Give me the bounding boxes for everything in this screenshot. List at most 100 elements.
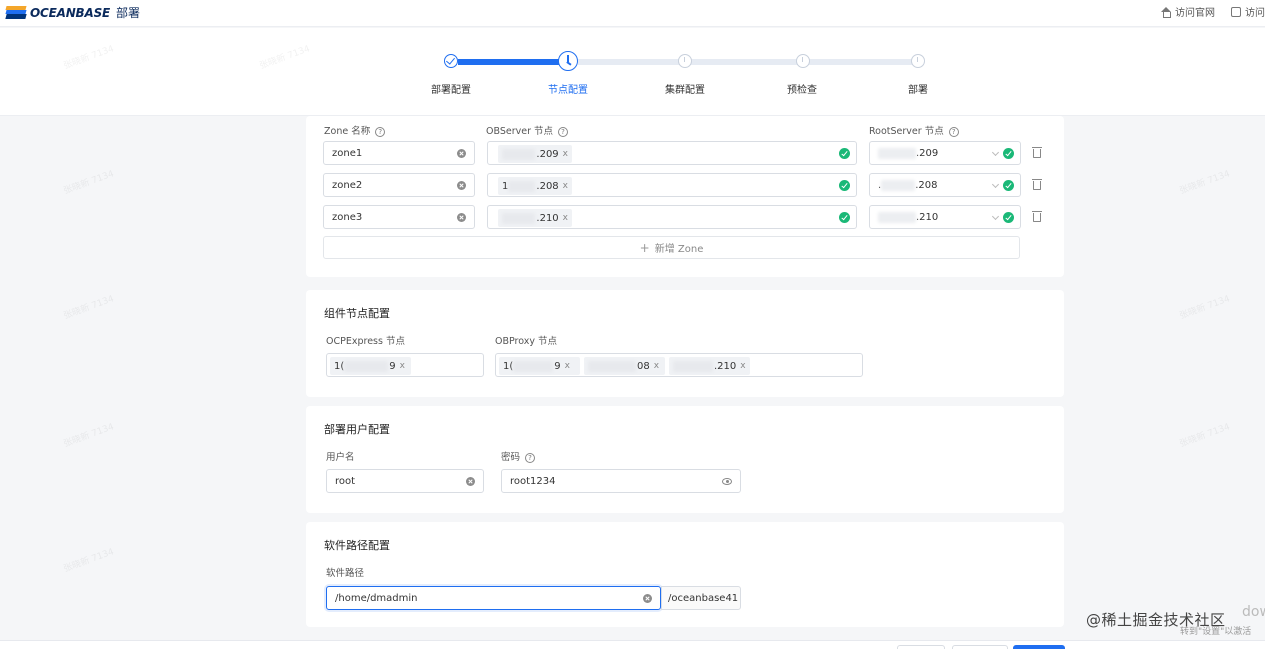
step-label-1: 部署配置 [431, 85, 471, 96]
software-path-input[interactable]: /home/dmadmin [326, 586, 661, 610]
obproxy-tag: .210 x [669, 357, 750, 375]
rootserver-label: RootServer 节点? [869, 123, 959, 137]
password-label: 密码? [501, 449, 536, 463]
step-remaining-line [578, 59, 918, 65]
windows-activation-text: 转到"设置"以激活 [1180, 627, 1252, 637]
clear-icon[interactable] [466, 477, 475, 486]
valid-check-icon [1003, 212, 1014, 223]
visit-link[interactable]: 访问 [1231, 4, 1265, 19]
eye-icon[interactable] [722, 478, 732, 485]
add-zone-button[interactable]: + 新增 Zone [323, 236, 1020, 259]
username-label: 用户名 [326, 452, 355, 463]
path-suffix: /oceanbase41 [661, 586, 741, 610]
observer-tag: 1.208 x [498, 177, 572, 195]
help-icon[interactable]: ? [558, 127, 569, 137]
deploy-stepper: 部署配置 节点配置 集群配置 预检查 部署 [0, 28, 1265, 116]
watermark: 张晓新 7134 [62, 169, 116, 197]
deploy-user-card: 部署用户配置 用户名 密码? root root1234 [306, 406, 1064, 513]
zone-name-input[interactable]: zone1 [323, 141, 475, 165]
app-header: OCEANBASE 部署 访问官网 访问 [0, 0, 1265, 27]
obproxy-select[interactable]: 1(9 x 08 x .210 x [495, 353, 863, 377]
valid-check-icon [839, 180, 850, 191]
help-icon[interactable]: ? [948, 127, 959, 137]
obproxy-label: OBProxy 节点 [495, 336, 558, 347]
observer-select[interactable]: .209 x [487, 141, 857, 165]
next-button[interactable] [1013, 645, 1065, 649]
zone-config-card: Zone 名称? OBServer 节点? RootServer 节点? zon… [306, 116, 1064, 277]
rootserver-select[interactable]: .210 [869, 205, 1021, 229]
rootserver-select[interactable]: . .208 [869, 173, 1021, 197]
delete-zone-icon[interactable] [1032, 147, 1042, 158]
zone-name-input[interactable]: zone3 [323, 205, 475, 229]
obproxy-tag: 08 x [584, 357, 665, 375]
clear-icon[interactable] [457, 213, 466, 222]
header-links: 访问官网 访问 [1161, 4, 1265, 19]
observer-select[interactable]: 1.208 x [487, 173, 857, 197]
app-title: 部署 [116, 6, 141, 20]
step-3-clock-icon [678, 54, 692, 68]
tag-close-icon[interactable]: x [654, 361, 659, 371]
clear-icon[interactable] [643, 594, 652, 603]
observer-select[interactable]: .210 x [487, 205, 857, 229]
tag-close-icon[interactable]: x [400, 361, 405, 371]
delete-zone-icon[interactable] [1032, 179, 1042, 190]
path-card-title: 软件路径配置 [324, 539, 390, 552]
path-label: 软件路径 [326, 568, 365, 579]
valid-check-icon [839, 148, 850, 159]
valid-check-icon [1003, 180, 1014, 191]
chevron-down-icon [991, 180, 1000, 189]
tag-close-icon[interactable]: x [740, 361, 745, 371]
watermark: 张晓新 7134 [62, 547, 116, 575]
document-icon [1231, 7, 1241, 17]
clear-icon[interactable] [457, 149, 466, 158]
cancel-button[interactable] [897, 645, 945, 649]
plus-icon: + [639, 240, 650, 255]
footer-bar [0, 640, 1265, 649]
step-label-4: 预检查 [787, 85, 817, 96]
step-2-clock-icon[interactable] [558, 51, 578, 71]
watermark: 张晓新 7134 [62, 422, 116, 450]
obproxy-tag: 1(9 x [499, 357, 580, 375]
password-input[interactable]: root1234 [501, 469, 741, 493]
ocpexpress-tag: 1(9 x [330, 357, 411, 375]
software-path-card: 软件路径配置 软件路径 /home/dmadmin /oceanbase41 [306, 522, 1064, 627]
username-input[interactable]: root [326, 469, 484, 493]
valid-check-icon [839, 212, 850, 223]
observer-tag: .210 x [498, 209, 572, 227]
ocpexpress-label: OCPExpress 节点 [326, 336, 405, 347]
step-label-5: 部署 [908, 85, 928, 96]
chevron-down-icon [991, 148, 1000, 157]
visit-website-link[interactable]: 访问官网 [1161, 4, 1215, 19]
help-icon[interactable]: ? [375, 127, 386, 137]
user-card-title: 部署用户配置 [324, 423, 390, 436]
tag-close-icon[interactable]: x [563, 213, 568, 223]
zone-name-label: Zone 名称? [324, 123, 386, 137]
windows-activation-title: dow [1242, 604, 1265, 620]
ocpexpress-select[interactable]: 1(9 x [326, 353, 484, 377]
observer-label: OBServer 节点? [486, 123, 569, 137]
tag-close-icon[interactable]: x [563, 181, 568, 191]
component-node-card: 组件节点配置 OCPExpress 节点 OBProxy 节点 1(9 x 1(9… [306, 290, 1064, 397]
watermark: 张晓新 7134 [1178, 169, 1232, 197]
tag-close-icon[interactable]: x [565, 361, 570, 371]
help-icon[interactable]: ? [525, 453, 536, 463]
tag-close-icon[interactable]: x [563, 149, 568, 159]
step-1-done-icon[interactable] [444, 54, 458, 68]
step-label-2: 节点配置 [548, 85, 588, 96]
zone-name-input[interactable]: zone2 [323, 173, 475, 197]
watermark: 张晓新 7134 [1178, 294, 1232, 322]
watermark: 张晓新 7134 [62, 294, 116, 322]
oceanbase-logo[interactable]: OCEANBASE 部署 [5, 4, 141, 21]
observer-tag: .209 x [498, 145, 572, 163]
step-progress-line [458, 59, 568, 65]
watermark: 张晓新 7134 [1178, 422, 1232, 450]
step-4-clock-icon [796, 54, 810, 68]
valid-check-icon [1003, 148, 1014, 159]
delete-zone-icon[interactable] [1032, 211, 1042, 222]
clear-icon[interactable] [457, 181, 466, 190]
component-card-title: 组件节点配置 [324, 307, 390, 320]
rootserver-select[interactable]: .209 [869, 141, 1021, 165]
step-5-clock-icon [911, 54, 925, 68]
step-label-3: 集群配置 [665, 85, 705, 96]
previous-button[interactable] [952, 645, 1008, 649]
